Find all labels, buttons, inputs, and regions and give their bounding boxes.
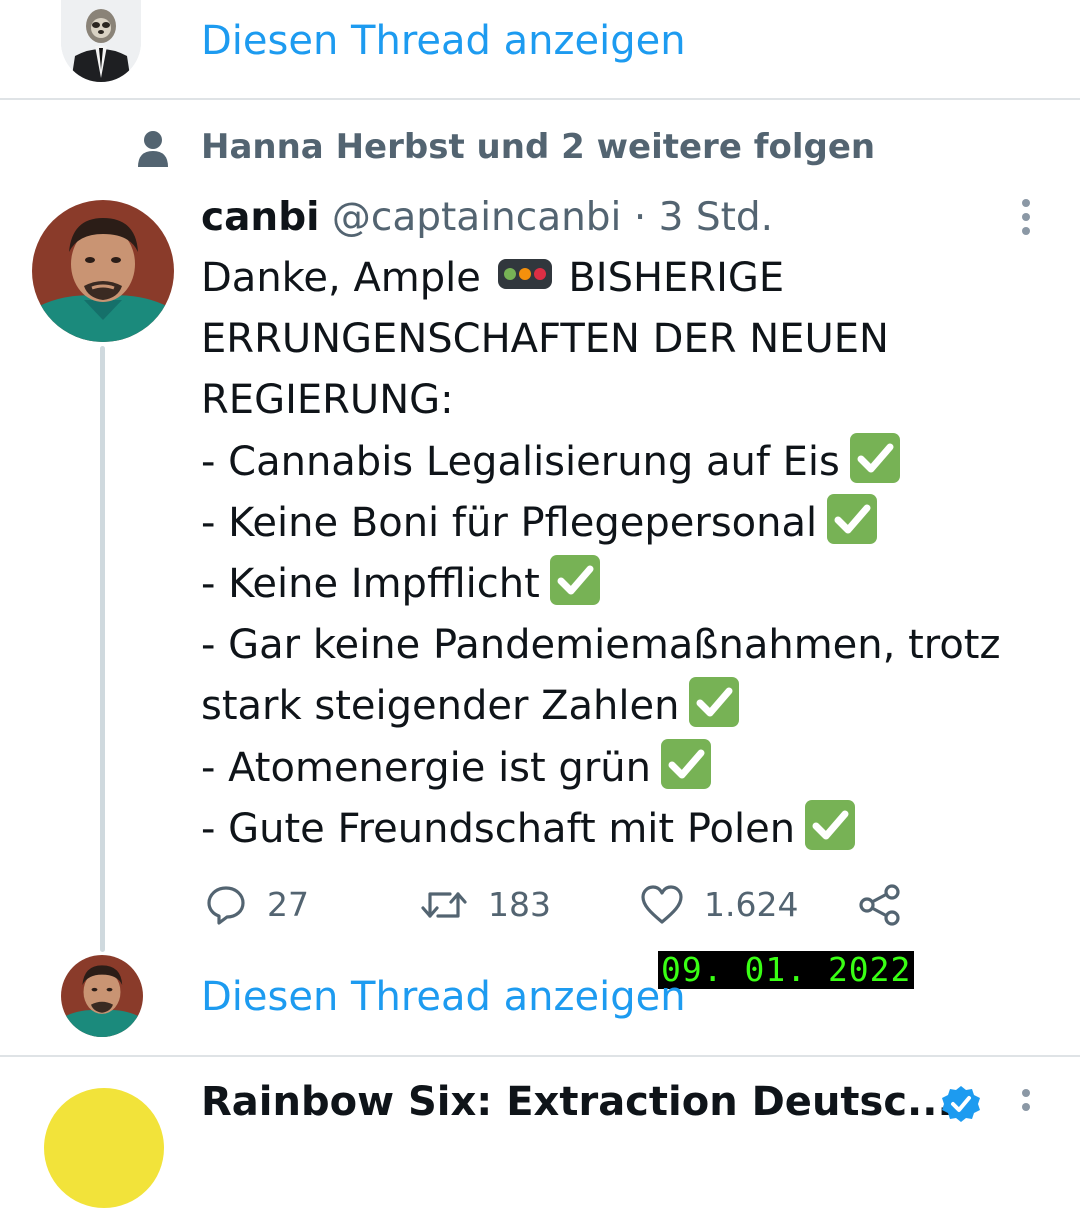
tweet-line: - Keine Boni für Pflegepersonal	[201, 493, 1041, 554]
avatar-rainbow-six[interactable]	[44, 1088, 164, 1208]
tweet-line: ERRUNGENSCHAFTEN DER NEUEN	[201, 316, 889, 363]
tweet-line-text: BISHERIGE	[568, 255, 785, 301]
date-stamp-overlay: 09. 01. 2022	[658, 951, 915, 989]
tweet-line: - Keine Impfflicht	[201, 554, 1041, 615]
like-button[interactable]: 1.624	[640, 884, 798, 926]
retweet-icon	[421, 892, 467, 918]
social-context[interactable]: Hanna Herbst und 2 weitere folgen	[201, 127, 875, 167]
tweet-line: stark steigender Zahlen	[201, 676, 1041, 737]
tweet-line: - Cannabis Legalisierung auf Eis	[201, 432, 1041, 493]
check-mark-icon	[827, 493, 878, 544]
header-separator: ·	[633, 195, 647, 240]
tweet-text: Danke, Ample BISHERIGE ERRUNGENSCHAFTEN …	[201, 248, 1041, 860]
reply-icon	[207, 886, 245, 925]
profile-photo-icon	[32, 200, 174, 342]
next-tweet-author[interactable]: Rainbow Six: Extraction Deutsc...	[201, 1078, 953, 1126]
like-count: 1.624	[704, 885, 799, 924]
tweet-line: REGIERUNG:	[201, 377, 454, 424]
tweet-line-text: - Gute Freundschaft mit Polen	[201, 805, 796, 852]
reply-count: 27	[267, 885, 309, 924]
author-handle[interactable]: @captaincanbi	[332, 195, 622, 240]
check-mark-icon	[849, 432, 900, 483]
author-name[interactable]: canbi	[201, 195, 320, 240]
retweet-count: 183	[488, 885, 551, 924]
tweet-line: - Atomenergie ist grün	[201, 738, 1041, 799]
tweet-line: - Gute Freundschaft mit Polen	[201, 799, 1041, 860]
heart-icon	[641, 885, 683, 924]
check-mark-icon	[805, 799, 856, 850]
share-icon	[859, 884, 900, 926]
divider	[0, 1055, 1080, 1057]
tweet-line: - Gar keine Pandemiemaßnahmen, trotz	[201, 622, 1001, 669]
person-icon	[136, 130, 170, 172]
verified-badge-icon	[940, 1084, 982, 1130]
avatar-canbi-small[interactable]	[61, 955, 143, 1037]
tweet-line: Danke, Ample BISHERIGE	[201, 248, 1041, 309]
thread-connector-line	[100, 346, 105, 952]
tweet-line-text: - Keine Boni für Pflegepersonal	[201, 499, 818, 546]
show-thread-link-top[interactable]: Diesen Thread anzeigen	[201, 17, 686, 65]
profile-photo-icon	[61, 955, 143, 1037]
check-mark-icon	[549, 555, 600, 606]
show-thread-link-bottom[interactable]: Diesen Thread anzeigen	[201, 973, 686, 1021]
tweet-line-text: stark steigender Zahlen	[201, 683, 680, 730]
share-button[interactable]	[858, 884, 902, 930]
tweet-header: canbi @captaincanbi · 3 Std.	[201, 195, 773, 241]
tweet-line-text: - Atomenergie ist grün	[201, 744, 651, 791]
check-mark-icon	[689, 677, 740, 728]
tweet-time[interactable]: 3 Std.	[659, 195, 773, 240]
tweet-line-text: Danke, Ample	[201, 255, 481, 301]
tweet-line-text: - Cannabis Legalisierung auf Eis	[201, 438, 840, 485]
tweet-line-text: - Keine Impfflicht	[201, 561, 540, 608]
more-options-icon[interactable]	[1019, 196, 1033, 246]
check-mark-icon	[660, 738, 711, 789]
reply-button[interactable]: 27	[205, 884, 309, 926]
sloth-in-suit-icon	[61, 0, 141, 82]
more-options-icon[interactable]	[1019, 1086, 1033, 1120]
traffic-light-icon	[497, 259, 552, 289]
avatar-canbi[interactable]	[32, 200, 174, 342]
avatar-previous-thread[interactable]	[61, 0, 141, 82]
divider	[0, 98, 1080, 100]
retweet-button[interactable]: 183	[420, 884, 551, 926]
